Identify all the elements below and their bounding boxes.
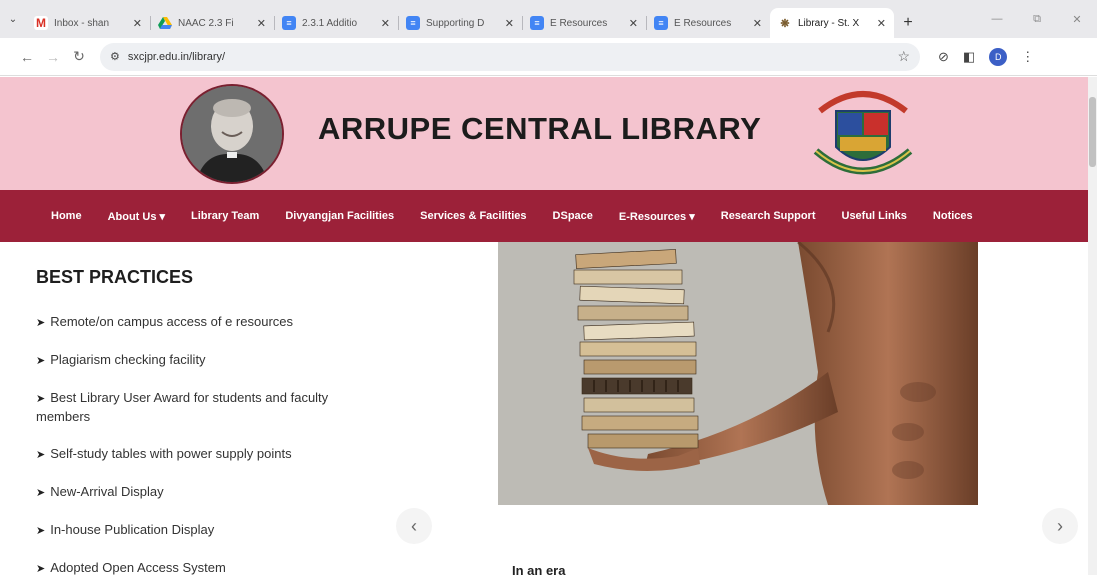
nav-about-us[interactable]: About Us ▾	[108, 210, 165, 223]
scrollbar-thumb[interactable]	[1089, 97, 1096, 167]
forward-arrow-icon[interactable]: →	[40, 49, 66, 65]
extension-icon[interactable]: ⊘	[938, 49, 949, 65]
close-window-icon[interactable]: ✕	[1057, 13, 1097, 26]
reload-icon[interactable]: ↻	[66, 48, 92, 65]
nav-notices[interactable]: Notices	[933, 210, 973, 222]
back-arrow-icon[interactable]: ←	[14, 49, 40, 65]
browser-tab[interactable]: ≡ E Resources ✕	[522, 8, 646, 38]
profile-avatar[interactable]: D	[989, 47, 1008, 66]
tab-search-chevron-icon[interactable]: ⌄	[0, 0, 26, 38]
nav-library-team[interactable]: Library Team	[191, 210, 259, 222]
browser-tab[interactable]: ≡ Supporting D ✕	[398, 8, 522, 38]
carousel-caption: In an era	[512, 563, 566, 575]
best-practices-heading: BEST PRACTICES	[36, 267, 194, 287]
browser-tab-active[interactable]: ❋ Library - St. X ✕	[770, 8, 894, 38]
list-item: ➤ Remote/on campus access of e resources	[36, 314, 293, 329]
close-icon[interactable]: ✕	[753, 17, 762, 30]
address-bar[interactable]: ⚙ sxcjpr.edu.in/library/ ☆	[100, 42, 920, 71]
list-item: ➤ In-house Publication Display	[36, 522, 215, 537]
browser-tab[interactable]: M Inbox - shan ✕	[26, 8, 150, 38]
browser-tab[interactable]: ≡ E Resources ✕	[646, 8, 770, 38]
docs-icon: ≡	[406, 16, 420, 30]
web-page: ARRUPE CENTRAL LIBRARY Home About Us ▾ L…	[0, 77, 1088, 575]
close-icon[interactable]: ✕	[505, 17, 514, 30]
arrow-bullet-icon: ➤	[36, 317, 46, 329]
arrow-bullet-icon: ➤	[36, 393, 46, 405]
drive-icon	[158, 16, 172, 30]
browser-tab-bar: ⌄ M Inbox - shan ✕ NAAC 2.3 Fi ✕ ≡ 2.3.1…	[0, 0, 1097, 38]
tab-title: Inbox - shan	[54, 17, 110, 29]
main-navbar: Home About Us ▾ Library Team Divyangjan …	[0, 190, 1088, 242]
arrow-bullet-icon: ➤	[36, 563, 46, 575]
nav-services-facilities[interactable]: Services & Facilities	[420, 210, 526, 222]
tab-title: E Resources	[674, 17, 732, 29]
close-icon[interactable]: ✕	[877, 17, 886, 30]
close-icon[interactable]: ✕	[381, 17, 390, 30]
minimize-icon[interactable]: —	[977, 13, 1017, 25]
nav-useful-links[interactable]: Useful Links	[842, 210, 907, 222]
window-controls: — ⧉ ✕	[977, 0, 1097, 38]
tab-title: Supporting D	[426, 17, 485, 29]
carousel-next-button[interactable]: ›	[1042, 508, 1078, 544]
tab-title: 2.3.1 Additio	[302, 17, 358, 29]
nav-dspace[interactable]: DSpace	[553, 210, 593, 222]
tab-title: NAAC 2.3 Fi	[178, 17, 234, 29]
close-icon[interactable]: ✕	[629, 17, 638, 30]
founder-portrait	[180, 84, 284, 184]
tab-title: E Resources	[550, 17, 608, 29]
list-item: ➤ Self-study tables with power supply poi…	[36, 446, 292, 461]
docs-icon: ≡	[654, 16, 668, 30]
side-panel-icon[interactable]: ◧	[963, 49, 975, 65]
carousel-image	[498, 242, 978, 505]
list-item: ➤ Best Library User Award for students an…	[36, 390, 329, 424]
list-item: ➤ Plagiarism checking facility	[36, 352, 206, 367]
nav-home[interactable]: Home	[51, 210, 82, 222]
new-tab-button[interactable]: +	[894, 8, 922, 38]
arrow-bullet-icon: ➤	[36, 449, 46, 461]
docs-icon: ≡	[282, 16, 296, 30]
tab-title: Library - St. X	[798, 17, 860, 29]
library-favicon-icon: ❋	[780, 17, 790, 30]
site-info-icon[interactable]: ⚙	[110, 50, 120, 63]
browser-tab[interactable]: ≡ 2.3.1 Additio ✕	[274, 8, 398, 38]
site-header: ARRUPE CENTRAL LIBRARY	[0, 77, 1088, 190]
nav-divyangjan-facilities[interactable]: Divyangjan Facilities	[285, 210, 394, 222]
docs-icon: ≡	[530, 16, 544, 30]
restore-icon[interactable]: ⧉	[1017, 13, 1057, 26]
browser-tab[interactable]: NAAC 2.3 Fi ✕	[150, 8, 274, 38]
arrow-bullet-icon: ➤	[36, 355, 46, 367]
gmail-icon: M	[34, 16, 48, 30]
arrow-bullet-icon: ➤	[36, 525, 46, 537]
carousel-prev-button[interactable]: ‹	[396, 508, 432, 544]
close-icon[interactable]: ✕	[257, 17, 266, 30]
nav-e-resources[interactable]: E-Resources ▾	[619, 210, 695, 223]
url-text[interactable]: sxcjpr.edu.in/library/	[128, 51, 225, 63]
bookmark-star-icon[interactable]: ☆	[897, 48, 910, 65]
page-title: ARRUPE CENTRAL LIBRARY	[318, 111, 762, 146]
page-scrollbar[interactable]	[1088, 77, 1097, 575]
close-icon[interactable]: ✕	[133, 17, 142, 30]
arrow-bullet-icon: ➤	[36, 487, 46, 499]
nav-research-support[interactable]: Research Support	[721, 210, 816, 222]
menu-kebab-icon[interactable]: ⋮	[1021, 49, 1034, 65]
browser-toolbar: ← → ↻ ⚙ sxcjpr.edu.in/library/ ☆ ⊘ ◧ D ⋮	[0, 38, 1097, 76]
list-item: ➤ Adopted Open Access System	[36, 560, 226, 575]
best-practices-list: ➤ Remote/on campus access of e resources …	[36, 313, 356, 575]
list-item: ➤ New-Arrival Display	[36, 484, 164, 499]
college-crest-logo	[810, 81, 916, 185]
